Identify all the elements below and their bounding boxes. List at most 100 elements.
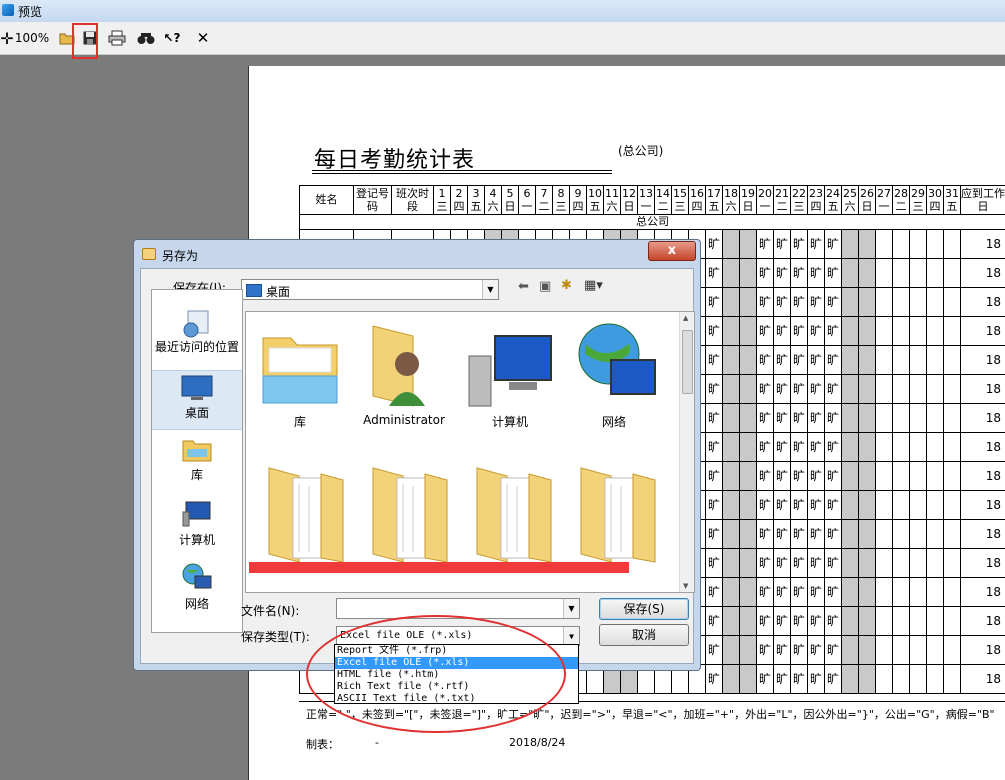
document-folder-icon [476, 467, 552, 563]
day-number: 20 [758, 187, 772, 200]
file-item-folder-3[interactable] [462, 464, 562, 567]
day-weekday: 一 [521, 200, 533, 213]
recent-places-icon [183, 310, 209, 338]
header-day: 8三 [552, 185, 570, 215]
cell-day [858, 606, 876, 636]
place-library[interactable]: 库 [152, 435, 242, 487]
cell-day [892, 635, 910, 665]
cell-day [875, 577, 893, 607]
cancel-button[interactable]: 取消 [599, 624, 689, 646]
cell-day [722, 316, 740, 346]
cell-day [739, 461, 757, 491]
cell-day [722, 519, 740, 549]
file-item-folder-2[interactable] [358, 464, 458, 567]
place-desktop[interactable]: 桌面 [152, 370, 242, 430]
close-preview-icon[interactable]: ✕ [194, 28, 212, 48]
save-in-combo[interactable]: 桌面 ▼ [241, 279, 499, 300]
day-number: 21 [775, 187, 789, 200]
chevron-down-icon[interactable]: ▼ [482, 280, 498, 299]
header-day: 6一 [518, 185, 536, 215]
day-weekday: 五 [946, 200, 958, 213]
cell-absent-mark: 旷 [824, 229, 842, 259]
cell-day [875, 664, 893, 694]
cell-day [739, 229, 757, 259]
cell-day [892, 461, 910, 491]
help-pointer-icon[interactable]: ↖? [162, 28, 182, 48]
scroll-thumb[interactable] [682, 330, 693, 394]
day-weekday: 二 [538, 200, 550, 213]
cell-day [841, 374, 859, 404]
cell-day [722, 490, 740, 520]
day-number: 14 [656, 187, 670, 200]
new-folder-icon[interactable]: ✱ [561, 278, 572, 293]
file-item-administrator[interactable]: Administrator [354, 320, 454, 427]
cell-absent-mark: 旷 [807, 229, 825, 259]
find-icon[interactable] [137, 28, 155, 48]
zoom-icon[interactable]: ✛ [0, 28, 14, 48]
file-item-computer[interactable]: 计算机 [460, 320, 560, 430]
day-number: 13 [639, 187, 653, 200]
scroll-down-icon[interactable]: ▼ [683, 582, 688, 590]
library-icon [182, 440, 212, 462]
dialog-close-button[interactable]: x [648, 241, 696, 261]
place-recent[interactable]: 最近访问的位置 [152, 310, 242, 368]
chevron-down-icon[interactable]: ▼ [563, 599, 579, 618]
up-folder-icon[interactable]: ▣ [539, 279, 551, 294]
cell-day [943, 287, 961, 317]
file-item-library[interactable]: 库 [250, 320, 350, 430]
cell-absent-mark: 旷 [807, 403, 825, 433]
cell-absent-mark: 旷 [705, 432, 723, 462]
back-arrow-icon[interactable]: ⬅ [518, 279, 529, 294]
cell-day [841, 287, 859, 317]
cell-day [858, 374, 876, 404]
zoom-level[interactable]: 100% [15, 28, 49, 48]
chevron-down-icon[interactable]: ▼ [563, 627, 579, 645]
file-item-folder-4[interactable] [566, 464, 666, 567]
cell-day [841, 577, 859, 607]
scroll-up-icon[interactable]: ▲ [683, 314, 688, 322]
cell-day [739, 287, 757, 317]
save-button[interactable]: 保存(S) [599, 598, 689, 620]
cell-day [858, 432, 876, 462]
cell-day [739, 345, 757, 375]
cell-absent-mark: 旷 [807, 664, 825, 694]
file-item-folder-1[interactable] [254, 464, 354, 567]
cell-required-days: 18 [960, 229, 1005, 259]
day-number: 29 [911, 187, 925, 200]
cell-day [722, 635, 740, 665]
header-day: 7二 [535, 185, 553, 215]
day-number: 31 [945, 187, 959, 200]
file-item-network[interactable]: 网络 [564, 320, 664, 430]
cell-day [841, 403, 859, 433]
cell-day [909, 287, 927, 317]
cell-absent-mark: 旷 [705, 519, 723, 549]
cell-absent-mark: 旷 [773, 432, 791, 462]
cell-day [943, 577, 961, 607]
cell-day [841, 432, 859, 462]
view-menu-icon[interactable]: ▦▾ [584, 278, 603, 293]
cell-absent-mark: 旷 [807, 316, 825, 346]
cell-day [892, 432, 910, 462]
cell-day [909, 490, 927, 520]
redaction-bar [249, 562, 629, 573]
header-required: 应到工作日 [960, 185, 1005, 215]
cell-day [943, 664, 961, 694]
cell-absent-mark: 旷 [756, 664, 774, 694]
cell-absent-mark: 旷 [773, 606, 791, 636]
day-weekday: 五 [589, 200, 601, 213]
file-list-scrollbar[interactable]: ▲ ▼ [679, 312, 694, 592]
cell-day [926, 461, 944, 491]
print-icon[interactable] [107, 28, 127, 48]
place-computer[interactable]: 计算机 [152, 500, 242, 552]
cell-absent-mark: 旷 [705, 490, 723, 520]
day-weekday: 四 [929, 200, 941, 213]
dialog-body: 保存在(I): 桌面 ▼ ⬅ ▣ ✱ ▦▾ 最近访问的位置 桌面 库 计算机 网… [140, 268, 695, 664]
place-network[interactable]: 网络 [152, 562, 242, 614]
cell-day [909, 548, 927, 578]
cell-absent-mark: 旷 [773, 461, 791, 491]
cell-day [722, 664, 740, 694]
cell-absent-mark: 旷 [807, 548, 825, 578]
cell-absent-mark: 旷 [773, 258, 791, 288]
cell-day [875, 287, 893, 317]
cell-absent-mark: 旷 [824, 490, 842, 520]
